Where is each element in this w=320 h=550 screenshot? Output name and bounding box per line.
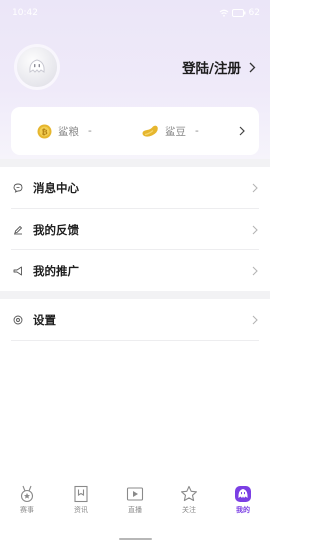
edit-icon [14, 225, 23, 234]
svg-text:₿: ₿ [41, 127, 47, 136]
tab-label: 直播 [128, 506, 142, 514]
assets-card[interactable]: ₿ 鲨粮 - 鲨豆 - [11, 107, 259, 155]
menu-label: 我的反馈 [33, 222, 79, 237]
tab-news[interactable]: 资讯 [54, 485, 108, 515]
shark-avatar-icon [29, 59, 45, 73]
asset-name: 鲨豆 [165, 125, 186, 138]
chevron-right-icon [252, 225, 258, 234]
bookmark-icon [74, 485, 88, 503]
medal-icon [20, 485, 34, 503]
shark-icon [235, 486, 251, 502]
tab-events[interactable]: 赛事 [0, 485, 54, 515]
chevron-right-icon [252, 266, 258, 275]
menu-item-settings[interactable]: 设置 [0, 299, 270, 340]
play-icon [126, 487, 144, 501]
avatar[interactable] [17, 47, 57, 87]
settings-icon [13, 315, 23, 324]
tab-label: 我的 [236, 506, 250, 514]
menu-item-messages[interactable]: 消息中心 [0, 167, 270, 208]
asset-value: - [88, 125, 92, 137]
wifi-icon [219, 9, 228, 17]
chevron-right-icon [239, 126, 245, 136]
menu-item-promotion[interactable]: 我的推广 [0, 250, 270, 291]
asset-shark-bean[interactable]: 鲨豆 - [141, 124, 199, 139]
section-separator [0, 159, 270, 167]
tab-label: 赛事 [20, 506, 34, 514]
asset-name: 鲨粮 [58, 125, 79, 138]
megaphone-icon [13, 266, 22, 275]
battery-icon [231, 9, 246, 17]
message-icon [13, 183, 23, 193]
section-separator [0, 291, 270, 299]
tab-label: 关注 [182, 506, 196, 514]
menu-item-feedback[interactable]: 我的反馈 [0, 209, 270, 250]
tab-label: 资讯 [74, 506, 88, 514]
asset-value: - [195, 125, 199, 137]
tab-live[interactable]: 直播 [108, 485, 162, 515]
chevron-right-icon [252, 183, 258, 192]
bean-icon [142, 125, 158, 137]
profile-row[interactable]: 登陆/注册 [0, 40, 270, 94]
tab-mine[interactable]: 我的 [216, 485, 270, 515]
star-icon [181, 485, 197, 502]
login-register-link[interactable]: 登陆/注册 [182, 57, 241, 77]
status-icons: 62 [219, 8, 260, 18]
chevron-right-icon [249, 62, 256, 72]
status-time: 10:42 [12, 8, 38, 18]
menu-label: 我的推广 [33, 263, 79, 278]
asset-shark-food[interactable]: ₿ 鲨粮 - [37, 124, 141, 139]
chevron-right-icon [252, 315, 258, 324]
battery-level: 62 [248, 8, 260, 18]
menu-label: 设置 [33, 312, 56, 327]
tab-follow[interactable]: 关注 [162, 485, 216, 515]
divider [11, 340, 259, 341]
menu-label: 消息中心 [33, 180, 79, 195]
bottom-tab-bar: 赛事 资讯 直播 关注 我的 [0, 478, 270, 522]
coin-icon: ₿ [37, 124, 52, 138]
status-bar: 10:42 62 [0, 0, 270, 26]
home-indicator[interactable] [119, 538, 152, 540]
